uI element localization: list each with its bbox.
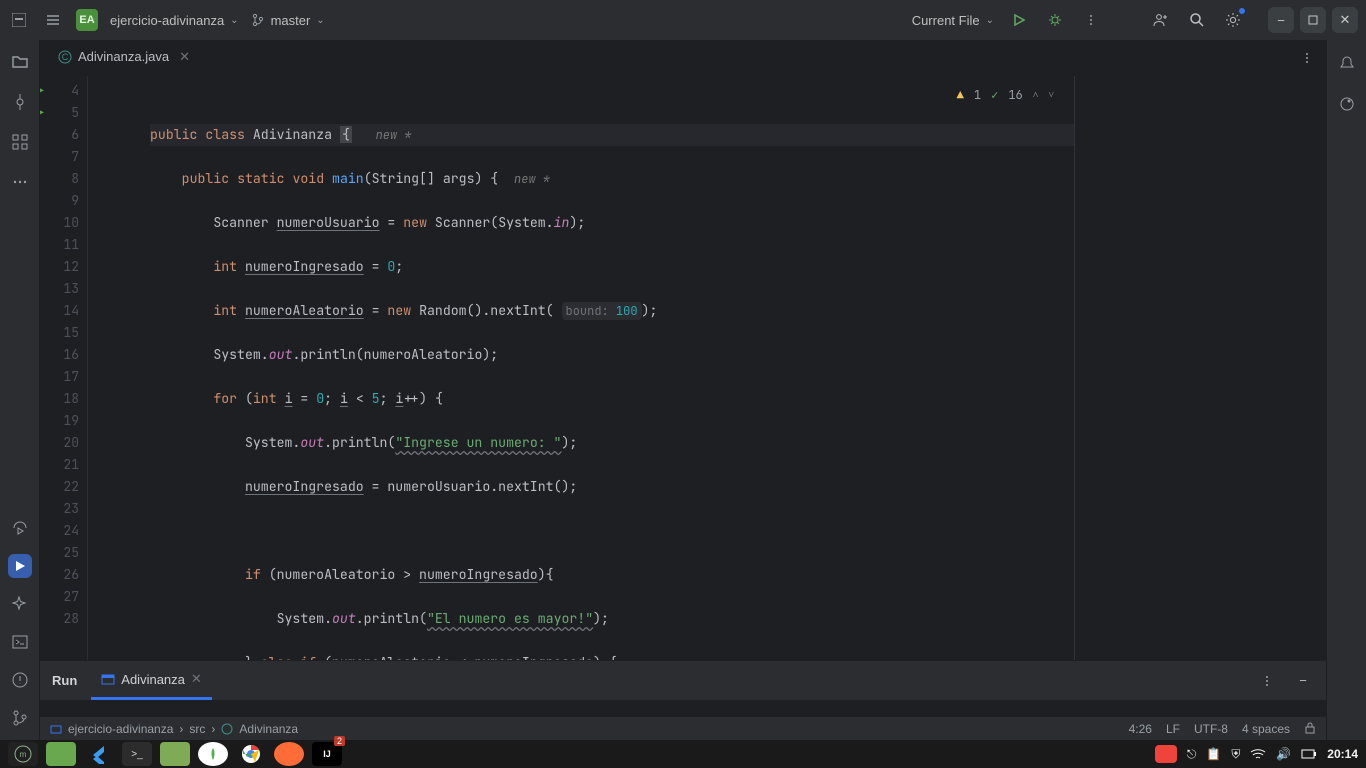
window-maximize[interactable] [1300, 7, 1326, 33]
hide-panel-icon[interactable]: − [1292, 670, 1314, 692]
vcs-tool-icon[interactable] [8, 706, 32, 730]
titlebar: EA ejercicio-adivinanza ⌄ master ⌄ Curre… [0, 0, 1366, 40]
chevron-down-icon: ⌄ [986, 15, 994, 26]
build-tool-icon[interactable] [8, 592, 32, 616]
terminal-tool-icon[interactable] [8, 630, 32, 654]
vscode-icon[interactable] [84, 742, 114, 766]
run-config[interactable]: Current File ⌄ [912, 13, 994, 28]
ai-icon[interactable] [1335, 92, 1359, 116]
terminal-icon[interactable]: >_ [122, 742, 152, 766]
chevron-down-icon: ⌄ [230, 15, 238, 26]
app-icon[interactable] [8, 9, 30, 31]
debug-icon[interactable] [1044, 9, 1066, 31]
wifi-tray-icon[interactable] [1250, 748, 1266, 760]
window-close[interactable]: ✕ [1332, 7, 1358, 33]
right-rail [1326, 40, 1366, 740]
clipboard-tray-icon[interactable]: 📋 [1206, 747, 1221, 761]
code-with-me-icon[interactable] [1150, 9, 1172, 31]
settings-icon[interactable] [1222, 9, 1244, 31]
code-area[interactable]: ▲1 ✓16 ˄ ˅ public class Adivinanza { new… [136, 76, 1074, 660]
left-rail [0, 40, 40, 740]
warning-count: 1 [974, 84, 981, 106]
status-bar: ejercicio-adivinanza› src› Adivinanza 4:… [40, 716, 1326, 740]
line-ending[interactable]: LF [1166, 722, 1180, 736]
window-minimize[interactable]: − [1268, 7, 1294, 33]
volume-tray-icon[interactable]: 🔊 [1276, 747, 1291, 761]
ok-icon: ✓ [991, 84, 998, 106]
more-icon[interactable] [1080, 9, 1102, 31]
search-icon[interactable] [1186, 9, 1208, 31]
more-tools-icon[interactable] [8, 170, 32, 194]
app-icon [101, 672, 115, 686]
run-config-name: Current File [912, 13, 980, 28]
editor-tabs: C Adivinanza.java ✕ [40, 40, 1326, 76]
project-badge: EA [76, 9, 98, 31]
svg-text:C: C [62, 52, 69, 62]
chevron-down-icon: ⌄ [316, 15, 324, 26]
structure-tool-icon[interactable] [8, 130, 32, 154]
editor[interactable]: 4▶5▶678910111213141516171819202122232425… [40, 76, 1326, 660]
files-icon[interactable] [46, 742, 76, 766]
vcs-branch[interactable]: master ⌄ [251, 13, 325, 28]
tray-icon[interactable]: ⎋ [1187, 747, 1197, 762]
project-tool-icon[interactable] [8, 50, 32, 74]
class-icon: C [58, 50, 72, 64]
warning-icon: ▲ [957, 84, 964, 106]
run-more-icon[interactable] [1256, 670, 1278, 692]
notifications-icon[interactable] [1335, 52, 1359, 76]
chevron-up-icon[interactable]: ˄ [1033, 84, 1039, 106]
postman-icon[interactable] [274, 742, 304, 766]
services-tool-icon[interactable] [8, 516, 32, 540]
ok-count: 16 [1008, 84, 1022, 106]
anydesk-tray-icon[interactable] [1155, 745, 1177, 763]
gutter: 4▶5▶678910111213141516171819202122232425… [40, 76, 88, 660]
folder-icon[interactable] [160, 742, 190, 766]
branch-name: master [271, 13, 311, 28]
encoding[interactable]: UTF-8 [1194, 722, 1228, 736]
indent[interactable]: 4 spaces [1242, 722, 1290, 736]
lock-icon[interactable] [1304, 722, 1316, 736]
mint-menu-icon[interactable]: m [8, 742, 38, 766]
project-selector[interactable]: ejercicio-adivinanza ⌄ [110, 13, 239, 28]
problems-tool-icon[interactable] [8, 668, 32, 692]
minimap[interactable] [1074, 76, 1326, 660]
tabs-more-icon[interactable] [1296, 47, 1318, 69]
file-tab[interactable]: C Adivinanza.java ✕ [48, 43, 200, 73]
run-panel-tabs: Run Adivinanza ✕ − [40, 660, 1326, 700]
commit-tool-icon[interactable] [8, 90, 32, 114]
inspections-widget[interactable]: ▲ 1 ✓ 16 ˄ ˅ [951, 82, 1060, 108]
run-icon[interactable] [1008, 9, 1030, 31]
close-icon[interactable]: ✕ [179, 49, 190, 65]
main-menu-icon[interactable] [42, 9, 64, 31]
project-name: ejercicio-adivinanza [110, 13, 224, 28]
chevron-down-icon[interactable]: ˅ [1048, 84, 1054, 106]
shield-tray-icon[interactable]: ⛨ [1231, 747, 1240, 762]
caret-pos[interactable]: 4:26 [1129, 722, 1152, 736]
run-panel-body[interactable] [40, 700, 1326, 716]
chrome-icon[interactable] [236, 742, 266, 766]
run-config-tab-name: Adivinanza [121, 672, 185, 687]
mongodb-icon[interactable] [198, 742, 228, 766]
run-panel-title: Run [52, 673, 77, 688]
svg-text:m: m [20, 750, 27, 759]
close-icon[interactable]: ✕ [191, 671, 202, 687]
intellij-icon[interactable]: 2IJ [312, 742, 342, 766]
breadcrumb[interactable]: ejercicio-adivinanza› src› Adivinanza [50, 722, 298, 736]
run-config-tab[interactable]: Adivinanza ✕ [91, 661, 212, 700]
run-tool-icon[interactable] [8, 554, 32, 578]
file-tab-name: Adivinanza.java [78, 49, 169, 64]
battery-tray-icon[interactable] [1301, 749, 1317, 759]
clock[interactable]: 20:14 [1327, 747, 1358, 761]
os-taskbar: m >_ 2IJ ⎋ 📋 ⛨ 🔊 20:14 [0, 740, 1366, 768]
